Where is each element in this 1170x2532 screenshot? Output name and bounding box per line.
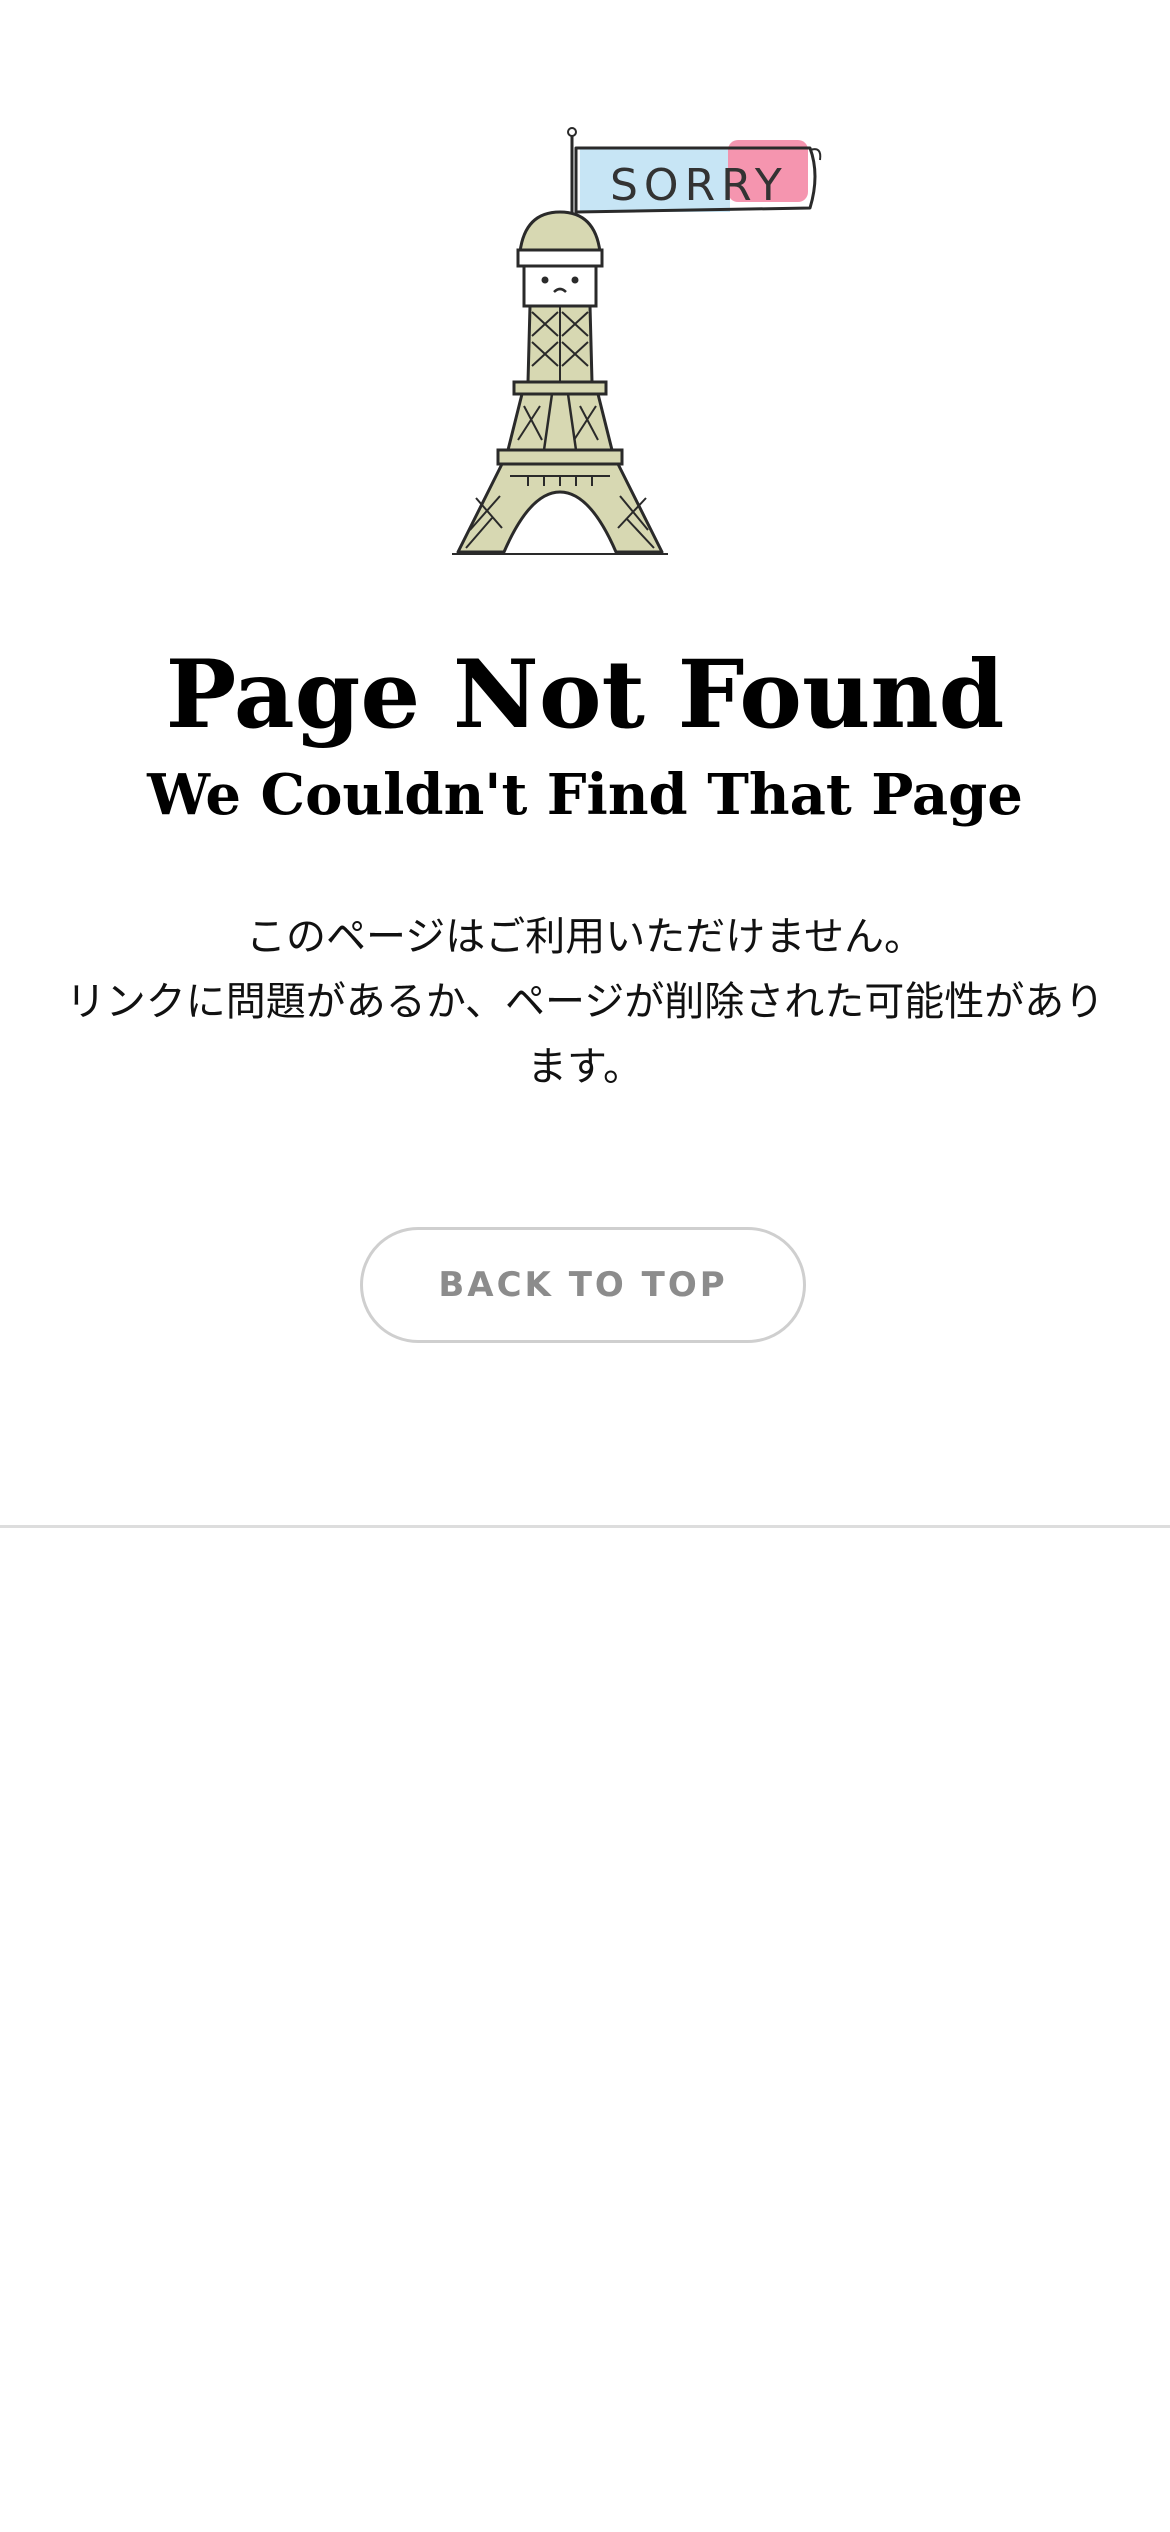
footer-divider [0,1525,1170,1528]
error-message-line-1: このページはご利用いただけません。 [246,914,924,960]
back-to-top-button[interactable]: BACK TO TOP [360,1227,806,1343]
flag-text: SORRY [610,160,788,211]
error-message: このページはご利用いただけません。 リンクに問題があるか、ページが削除された可能… [50,905,1120,1100]
sorry-tower-illustration: SORRY [440,120,840,560]
error-message-line-2: リンクに問題があるか、ページが削除された可能性があります。 [65,979,1105,1090]
page-subtitle: We Couldn't Find That Page [147,762,1023,828]
page-title: Page Not Found [165,640,1005,750]
